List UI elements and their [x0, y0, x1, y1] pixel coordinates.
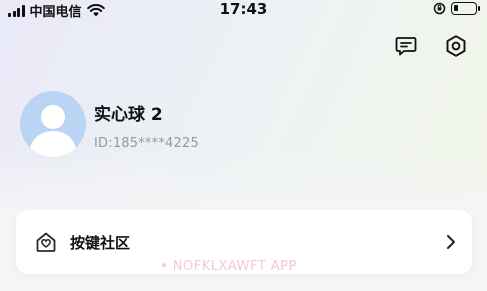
community-home-icon — [36, 232, 56, 252]
user-id: ID:185****4225 — [94, 136, 199, 151]
avatar[interactable] — [20, 91, 86, 157]
message-button[interactable] — [392, 32, 420, 60]
status-time: 17:43 — [219, 0, 268, 18]
settings-icon — [446, 35, 466, 57]
message-icon — [395, 37, 417, 56]
community-label: 按键社区 — [70, 234, 131, 252]
settings-button[interactable] — [442, 32, 470, 60]
status-bar: 中国电信 17:43 — [0, 0, 487, 20]
status-right — [433, 2, 480, 15]
battery-icon — [451, 2, 480, 15]
default-avatar-icon — [29, 105, 77, 157]
orientation-lock-icon — [433, 2, 446, 15]
chevron-right-icon — [447, 235, 455, 249]
watermark: • NOFKLXAWFT APP — [160, 259, 297, 274]
username: 实心球 2 — [94, 105, 163, 125]
